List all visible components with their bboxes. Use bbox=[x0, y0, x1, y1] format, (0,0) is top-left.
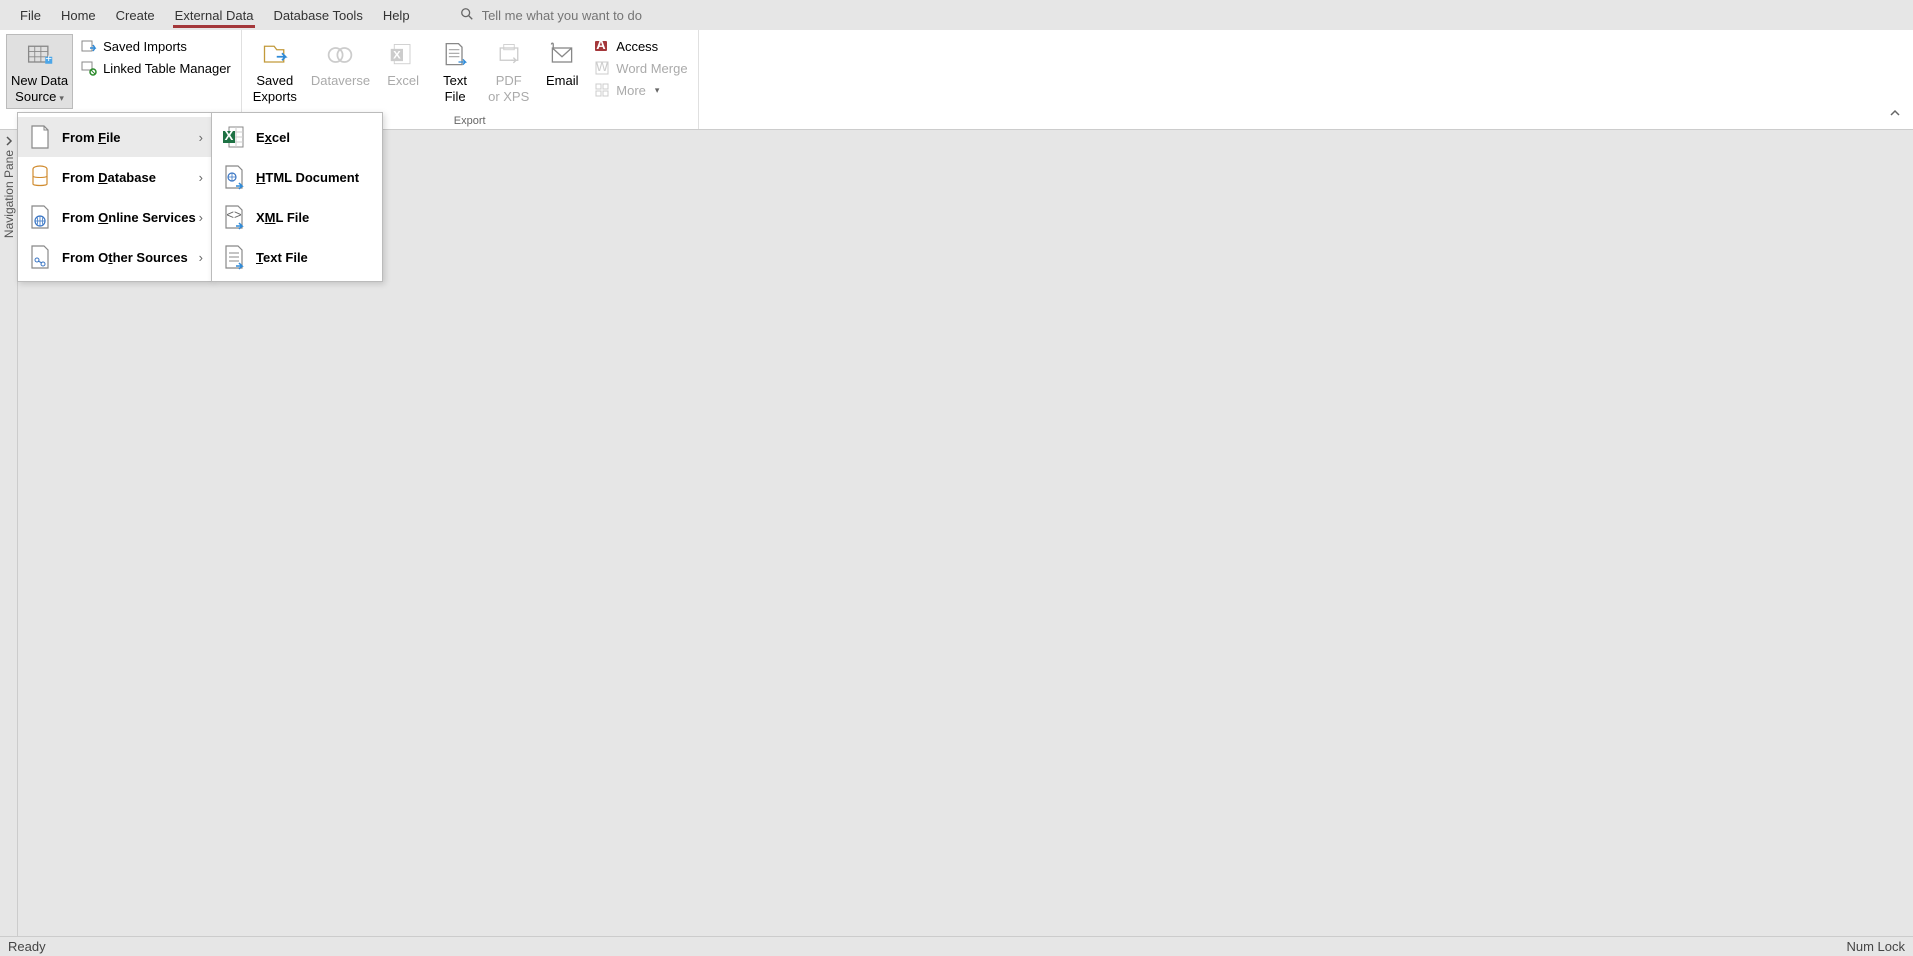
file-icon bbox=[28, 125, 52, 149]
new-data-source-menu: From File › From Database › From Online … bbox=[17, 112, 212, 282]
chevron-right-icon: › bbox=[199, 130, 203, 145]
saved-exports-label: Saved Exports bbox=[253, 73, 297, 104]
text-file-icon bbox=[441, 39, 469, 71]
menu-from-online-label: From Online Services bbox=[62, 210, 196, 225]
status-bar: Ready Num Lock bbox=[0, 936, 1913, 956]
tab-database-tools[interactable]: Database Tools bbox=[263, 3, 372, 28]
linked-table-manager-label: Linked Table Manager bbox=[103, 61, 231, 76]
linked-table-manager-icon bbox=[81, 60, 97, 76]
tab-help[interactable]: Help bbox=[373, 3, 420, 28]
access-export-button[interactable]: A Access bbox=[590, 36, 691, 56]
chevron-down-icon: ▾ bbox=[59, 93, 64, 103]
submenu-html[interactable]: HTML Document bbox=[212, 157, 382, 197]
more-export-label: More bbox=[616, 83, 646, 98]
access-icon: A bbox=[594, 38, 610, 54]
submenu-html-label: HTML Document bbox=[256, 170, 359, 185]
email-button[interactable]: Email bbox=[538, 34, 586, 94]
excel-export-button: X Excel bbox=[379, 34, 427, 94]
menu-from-database-label: From Database bbox=[62, 170, 156, 185]
svg-text:<>: <> bbox=[226, 207, 241, 222]
ribbon-collapse-button[interactable] bbox=[1883, 104, 1907, 125]
excel-export-label: Excel bbox=[387, 73, 419, 89]
saved-exports-button[interactable]: Saved Exports bbox=[248, 34, 302, 109]
submenu-xml[interactable]: <> XML File bbox=[212, 197, 382, 237]
saved-exports-icon bbox=[261, 39, 289, 71]
menu-from-file-label: From File bbox=[62, 130, 121, 145]
word-merge-label: Word Merge bbox=[616, 61, 687, 76]
pdf-xps-button: PDF or XPS bbox=[483, 34, 534, 109]
text-file-export-label: Text File bbox=[443, 73, 467, 104]
navigation-pane[interactable]: Navigation Pane bbox=[0, 130, 18, 936]
new-data-source-button[interactable]: + New Data Source▾ bbox=[6, 34, 73, 109]
tell-me-search[interactable] bbox=[460, 7, 782, 24]
status-ready-label: Ready bbox=[8, 939, 46, 954]
excel-file-icon: X bbox=[222, 125, 246, 149]
word-merge-icon: W bbox=[594, 60, 610, 76]
excel-icon: X bbox=[389, 39, 417, 71]
pdf-xps-label: PDF or XPS bbox=[488, 73, 529, 104]
dataverse-icon bbox=[326, 39, 354, 71]
svg-text:+: + bbox=[45, 53, 52, 65]
tab-external-data[interactable]: External Data bbox=[165, 3, 264, 28]
more-export-button: More ▾ bbox=[590, 80, 691, 100]
menu-from-file[interactable]: From File › bbox=[18, 117, 211, 157]
chevron-up-icon bbox=[1889, 107, 1901, 119]
globe-icon bbox=[28, 205, 52, 229]
menu-from-database[interactable]: From Database › bbox=[18, 157, 211, 197]
tell-me-input[interactable] bbox=[482, 8, 782, 23]
text-file-import-icon bbox=[222, 245, 246, 269]
svg-text:A: A bbox=[597, 38, 607, 52]
svg-text:X: X bbox=[393, 50, 401, 62]
more-icon bbox=[594, 82, 610, 98]
nav-pane-expand-button[interactable] bbox=[4, 134, 14, 149]
database-icon bbox=[28, 165, 52, 189]
submenu-xml-label: XML File bbox=[256, 210, 309, 225]
search-icon bbox=[460, 7, 474, 24]
access-export-label: Access bbox=[616, 39, 658, 54]
new-data-source-icon: + bbox=[26, 39, 54, 71]
menu-bar: File Home Create External Data Database … bbox=[0, 0, 1913, 30]
chevron-right-icon: › bbox=[199, 210, 203, 225]
saved-imports-label: Saved Imports bbox=[103, 39, 187, 54]
saved-imports-icon bbox=[81, 38, 97, 54]
email-icon bbox=[548, 39, 576, 71]
chevron-down-icon: ▾ bbox=[655, 85, 660, 96]
text-file-export-button[interactable]: Text File bbox=[431, 34, 479, 109]
dataverse-label: Dataverse bbox=[311, 73, 370, 89]
xml-file-icon: <> bbox=[222, 205, 246, 229]
dataverse-button: Dataverse bbox=[306, 34, 375, 94]
menu-from-other-sources[interactable]: From Other Sources › bbox=[18, 237, 211, 277]
submenu-excel-label: Excel bbox=[256, 130, 290, 145]
svg-text:X: X bbox=[225, 128, 234, 143]
linked-table-manager-button[interactable]: Linked Table Manager bbox=[77, 58, 235, 78]
tab-create[interactable]: Create bbox=[106, 3, 165, 28]
saved-imports-button[interactable]: Saved Imports bbox=[77, 36, 235, 56]
word-merge-button: W Word Merge bbox=[590, 58, 691, 78]
submenu-text-label: Text File bbox=[256, 250, 308, 265]
menu-from-online-services[interactable]: From Online Services › bbox=[18, 197, 211, 237]
chevron-right-icon: › bbox=[199, 170, 203, 185]
submenu-text-file[interactable]: Text File bbox=[212, 237, 382, 277]
tab-file[interactable]: File bbox=[10, 3, 51, 28]
chevron-right-icon bbox=[4, 136, 14, 146]
chevron-right-icon: › bbox=[199, 250, 203, 265]
tab-home[interactable]: Home bbox=[51, 3, 106, 28]
svg-text:W: W bbox=[596, 60, 609, 74]
html-file-icon bbox=[222, 165, 246, 189]
pdf-icon bbox=[495, 39, 523, 71]
submenu-excel[interactable]: X Excel bbox=[212, 117, 382, 157]
from-file-submenu: X Excel HTML Document <> XML File Text F… bbox=[211, 112, 383, 282]
status-numlock-label: Num Lock bbox=[1846, 939, 1905, 954]
email-label: Email bbox=[546, 73, 579, 89]
nav-pane-label: Navigation Pane bbox=[2, 150, 16, 238]
menu-from-other-label: From Other Sources bbox=[62, 250, 188, 265]
other-sources-icon bbox=[28, 245, 52, 269]
